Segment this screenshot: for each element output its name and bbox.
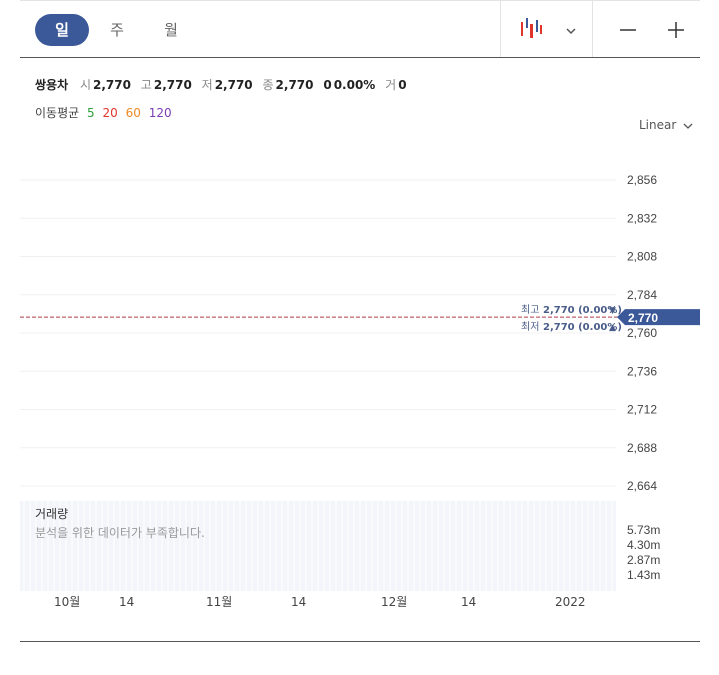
low-annotation-marker: ▲: [609, 323, 616, 333]
low-annotation-label: 최저: [521, 321, 539, 333]
current-price-tag-label: 2,770: [628, 311, 658, 325]
chart-widget: 일 주 월 쌍용차 시 2,770 고 2,770 저 2,770 종 2,77…: [20, 0, 700, 642]
high-annotation-label: 최고: [521, 304, 539, 316]
volume-tick-label: 4.30m: [627, 538, 660, 552]
x-tick-label: 11월: [206, 595, 232, 609]
volume-tick-label: 2.87m: [627, 553, 660, 567]
price-chart: 2,856 2,832 2,808 2,784 2,760 2,736 2,712 2,688…: [20, 173, 700, 609]
y-tick-label: 2,664: [627, 479, 657, 493]
x-tick-label: 14: [291, 595, 306, 609]
x-tick-label: 14: [119, 595, 134, 609]
y-tick-label: 2,784: [627, 288, 657, 302]
y-tick-label: 2,808: [627, 250, 657, 264]
y-tick-label: 2,736: [627, 364, 657, 378]
x-tick-label: 10월: [54, 595, 80, 609]
y-tick-label: 2,856: [627, 173, 657, 187]
volume-tick-label: 1.43m: [627, 568, 660, 582]
y-tick-label: 2,712: [627, 403, 657, 417]
volume-panel-title: 거래량: [35, 507, 68, 521]
x-tick-label: 14: [461, 595, 476, 609]
volume-tick-label: 5.73m: [627, 523, 660, 537]
y-tick-label: 2,688: [627, 441, 657, 455]
x-tick-label: 2022: [555, 595, 586, 609]
y-tick-label: 2,760: [627, 326, 657, 340]
x-tick-label: 12월: [381, 595, 407, 609]
y-tick-label: 2,832: [627, 211, 657, 225]
high-annotation-marker: ▼: [609, 306, 616, 316]
volume-panel-message: 분석을 위한 데이터가 부족합니다.: [35, 526, 205, 540]
